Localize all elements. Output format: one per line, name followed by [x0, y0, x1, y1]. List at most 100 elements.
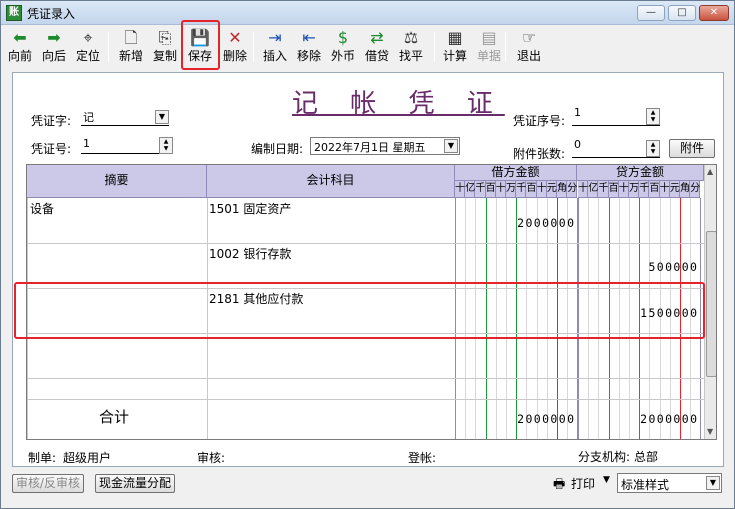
- attachments-spinner[interactable]: 0 ▲ ▼: [572, 138, 660, 158]
- voucher-entry-window: 账 凭证录入 — □ ✕ ⬅ 向前 ➡ 向后 ⌖ 定位 🗋 新增 ⎘ 复制 💾 保存 ✕ 删除 ⇥ 插入 ⇤ 移除…: [0, 0, 735, 509]
- dropdown-arrow-icon[interactable]: ▼: [155, 110, 169, 124]
- summary-column-header: 摘要: [27, 165, 207, 198]
- debit-column-header: 借方金额: [455, 165, 577, 181]
- toolbar-button-label: 移除: [296, 49, 321, 63]
- print-button[interactable]: 打印: [571, 475, 595, 492]
- scroll-up-icon[interactable]: ▲: [707, 167, 713, 176]
- toolbar-arrow-right-button[interactable]: ➡ 向后: [38, 28, 70, 68]
- maker-value: 超级用户: [63, 451, 112, 465]
- toolbar-button-label: 向后: [41, 49, 66, 63]
- toolbar-arrow-left-button[interactable]: ⬅ 向前: [4, 28, 36, 68]
- date-value: 2022年7月1日 星期五: [314, 141, 426, 154]
- toolbar-exit-button[interactable]: ☞ 退出: [513, 28, 545, 68]
- review-button[interactable]: 审核/反审核: [12, 474, 84, 493]
- voucher-type-value: 记: [83, 111, 94, 124]
- debit-digit-header: 分: [567, 181, 578, 198]
- sequence-label: 凭证序号:: [513, 114, 566, 128]
- toolbar-button-label: 借贷: [364, 49, 389, 63]
- date-picker[interactable]: 2022年7月1日 星期五 ▼: [310, 137, 460, 155]
- total-debit-amount[interactable]: 2000000: [455, 412, 575, 426]
- credit-digit-header: 十: [659, 181, 670, 198]
- toolbar-button-label: 退出: [516, 49, 541, 63]
- credit-amount-cell[interactable]: 500000: [578, 260, 698, 274]
- save-highlight-box: [181, 20, 220, 70]
- toolbar-button-label: 插入: [262, 49, 287, 63]
- branch-label: 分支机构:: [578, 450, 631, 464]
- dropdown-arrow-icon[interactable]: ▼: [444, 139, 458, 153]
- dropdown-arrow-icon[interactable]: ▼: [706, 476, 720, 490]
- poster-label: 登帐:: [408, 451, 437, 465]
- scroll-down-icon[interactable]: ▼: [707, 427, 713, 436]
- table-row[interactable]: [27, 333, 704, 378]
- toolbar-foreign-currency-button[interactable]: $ 外币: [327, 28, 359, 68]
- toolbar-locate-button[interactable]: ⌖ 定位: [72, 28, 104, 68]
- toolbar-document-button[interactable]: ▤ 单据: [473, 28, 505, 68]
- cashflow-allocation-button[interactable]: 现金流量分配: [95, 474, 175, 493]
- table-row[interactable]: [27, 198, 704, 243]
- attachment-button[interactable]: 附件: [669, 139, 715, 158]
- printer-icon[interactable]: 🖶: [553, 475, 565, 497]
- debit-digit-header: 百: [485, 181, 496, 198]
- print-dropdown-icon[interactable]: ▼: [603, 475, 610, 485]
- toolbar-balance-scale-button[interactable]: ⚖ 找平: [395, 28, 427, 68]
- toolbar-button-label: 计算: [442, 49, 467, 63]
- sequence-spinner[interactable]: 1 ▲ ▼: [572, 106, 660, 126]
- account-cell[interactable]: 1501 固定资产: [209, 200, 291, 217]
- toolbar-debit-credit-button[interactable]: ⇄ 借贷: [361, 28, 393, 68]
- toolbar-separator: [505, 32, 506, 62]
- toolbar-new-document-button[interactable]: 🗋 新增: [115, 28, 147, 68]
- document-icon: ▤: [481, 28, 497, 47]
- arrow-left-icon: ⬅: [13, 28, 27, 47]
- voucher-type-select[interactable]: 记 ▼: [81, 109, 169, 126]
- total-credit-amount[interactable]: 2000000: [578, 412, 698, 426]
- voucher-type-label: 凭证字:: [31, 114, 72, 128]
- bottom-bar: 审核/反审核 现金流量分配 🖶 打印 ▼ 标准样式 ▼: [1, 469, 734, 509]
- toolbar: ⬅ 向前 ➡ 向后 ⌖ 定位 🗋 新增 ⎘ 复制 💾 保存 ✕ 删除 ⇥ 插入 ⇤ 移除 $ 外币 ⇄ 借贷 ⚖ 找平 ▦ 计算 ▤…: [1, 26, 734, 70]
- voucher-title: 记 帐 凭 证: [292, 89, 505, 119]
- copy-icon: ⎘: [158, 28, 172, 47]
- toolbar-button-label: 向前: [7, 49, 32, 63]
- table-row[interactable]: [27, 378, 704, 399]
- credit-column-header: 贷方金额: [577, 165, 704, 181]
- minimize-button[interactable]: —: [637, 5, 665, 21]
- credit-digit-header: 分: [690, 181, 701, 198]
- table-scrollbar[interactable]: ▲ ▼: [704, 165, 716, 439]
- close-button[interactable]: ✕: [699, 5, 729, 21]
- toolbar-button-label: 外币: [330, 49, 355, 63]
- toolbar-copy-button[interactable]: ⎘ 复制: [149, 28, 181, 68]
- toolbar-separator: [253, 32, 254, 62]
- maximize-button[interactable]: □: [668, 5, 696, 21]
- debit-digit-header: 千: [516, 181, 527, 198]
- print-style-select[interactable]: 标准样式 ▼: [617, 473, 722, 493]
- spinner-arrows-icon[interactable]: ▲ ▼: [646, 140, 660, 157]
- debit-digit-header: 十: [495, 181, 506, 198]
- toolbar-insert-row-button[interactable]: ⇥ 插入: [259, 28, 291, 68]
- account-cell[interactable]: 1002 银行存款: [209, 245, 291, 262]
- debit-amount-cell[interactable]: 2000000: [455, 216, 575, 230]
- credit-digit-header: 百: [649, 181, 660, 198]
- toolbar-calculator-button[interactable]: ▦ 计算: [439, 28, 471, 68]
- credit-digit-header: 万: [629, 181, 640, 198]
- voucher-number-spinner[interactable]: 1 ▲ ▼: [81, 137, 173, 154]
- foreign-currency-icon: $: [337, 28, 349, 47]
- row-highlight-box: [14, 282, 705, 339]
- toolbar-delete-button[interactable]: ✕ 删除: [219, 28, 251, 68]
- app-icon: 账: [6, 5, 22, 21]
- debit-credit-icon: ⇄: [370, 28, 384, 47]
- toolbar-button-label: 定位: [75, 49, 100, 63]
- locate-icon: ⌖: [83, 28, 93, 47]
- credit-digit-header: 元: [669, 181, 680, 198]
- summary-cell[interactable]: 设备: [30, 200, 54, 217]
- total-label: 合计: [99, 408, 130, 426]
- toolbar-remove-row-button[interactable]: ⇤ 移除: [293, 28, 325, 68]
- toolbar-button-label: 单据: [476, 49, 501, 63]
- maker-label: 制单:: [28, 451, 57, 465]
- debit-digit-header: 千: [475, 181, 486, 198]
- row-grid-line: [27, 399, 704, 400]
- spinner-arrows-icon[interactable]: ▲ ▼: [159, 137, 173, 154]
- calculator-icon: ▦: [447, 28, 463, 47]
- scrollbar-thumb[interactable]: [706, 231, 716, 377]
- spinner-arrows-icon[interactable]: ▲ ▼: [646, 108, 660, 125]
- insert-row-icon: ⇥: [268, 28, 282, 47]
- credit-digit-header: 亿: [588, 181, 599, 198]
